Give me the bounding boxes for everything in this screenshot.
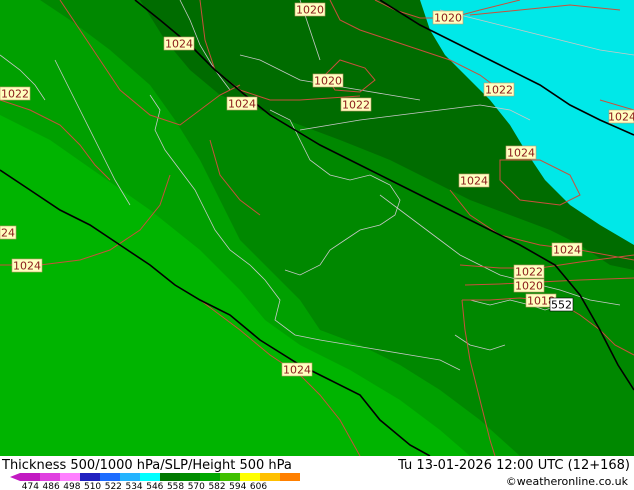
isobar-label: 1024 [281, 362, 313, 377]
thickness-color-scale: 474 486 498 510 522 534 546 558 570 582 594 606 [10, 473, 300, 490]
scale-tick-label: 546 [146, 482, 163, 490]
svg-text:1024: 1024 [228, 98, 256, 111]
isobar-label: 1022 [483, 82, 515, 97]
isobar-label: 1022 [340, 97, 372, 112]
svg-text:1020: 1020 [434, 12, 462, 25]
svg-text:1024: 1024 [165, 38, 193, 51]
svg-text:1022: 1022 [485, 84, 513, 97]
isobar-label: 1020 [294, 2, 326, 17]
scale-tick-label: 606 [250, 482, 267, 490]
svg-text:1024: 1024 [608, 111, 634, 124]
scale-swatch [220, 473, 240, 481]
svg-text:24: 24 [1, 227, 15, 240]
height-label: 552 [549, 297, 574, 312]
isobar-label: 1024 [551, 242, 583, 257]
isobar-label: 1024 [163, 36, 195, 51]
scale-tick-label: 534 [125, 482, 142, 490]
svg-text:1022: 1022 [342, 99, 370, 112]
scale-tick-label: 498 [63, 482, 80, 490]
copyright-credit[interactable]: ©weatheronline.co.uk [506, 475, 628, 488]
scale-tick-label: 570 [188, 482, 205, 490]
svg-text:1024: 1024 [283, 364, 311, 377]
valid-time: Tu 13-01-2026 12:00 UTC (12+168) [398, 458, 630, 473]
map-title: Thickness 500/1000 hPa/SLP/Height 500 hP… [2, 458, 292, 473]
scale-tick-label: 594 [229, 482, 246, 490]
scale-swatch [180, 473, 200, 481]
isobar-label: 1022 [0, 86, 31, 101]
svg-text:1022: 1022 [515, 266, 543, 279]
scale-swatch [120, 473, 140, 481]
scale-tick-label: 486 [43, 482, 60, 490]
scale-swatch [240, 473, 260, 481]
scale-swatch [260, 473, 280, 481]
scale-swatch [80, 473, 100, 481]
scale-swatch [20, 473, 40, 481]
scale-swatch [160, 473, 180, 481]
scale-tick-label: 582 [208, 482, 225, 490]
svg-text:1024: 1024 [553, 244, 581, 257]
map-footer: Thickness 500/1000 hPa/SLP/Height 500 hP… [0, 456, 634, 490]
scale-arrow [10, 473, 20, 481]
svg-text:1024: 1024 [460, 175, 488, 188]
isobar-label: 1024 [226, 96, 258, 111]
isobar-label: 24 [0, 225, 17, 240]
isobar-label: 1020 [513, 278, 545, 293]
scale-tick-label: 522 [105, 482, 122, 490]
scale-swatch [200, 473, 220, 481]
svg-text:1020: 1020 [515, 280, 543, 293]
scale-swatch [60, 473, 80, 481]
isobar-label: 1024 [458, 173, 490, 188]
svg-text:1022: 1022 [1, 88, 29, 101]
svg-text:1020: 1020 [296, 4, 324, 17]
isobar-label: 1022 [513, 264, 545, 279]
svg-text:552: 552 [551, 299, 572, 312]
scale-swatch [100, 473, 120, 481]
svg-text:1024: 1024 [13, 260, 41, 273]
isobar-label: 1020 [312, 73, 344, 88]
svg-text:1024: 1024 [507, 147, 535, 160]
isobar-label: 1024 [608, 109, 634, 124]
scale-tick-label: 558 [167, 482, 184, 490]
scale-swatch [40, 473, 60, 481]
isobar-label: 1024 [505, 145, 537, 160]
scale-tick-label: 474 [22, 482, 39, 490]
isobar-label: 1024 [11, 258, 43, 273]
isobar-label: 1020 [432, 10, 464, 25]
scale-swatch [140, 473, 160, 481]
scale-swatch [280, 473, 300, 481]
weather-map[interactable]: 1020 1020 1024 1020 1024 1022 1022 1022 … [0, 0, 634, 456]
svg-text:1020: 1020 [314, 75, 342, 88]
scale-tick-label: 510 [84, 482, 101, 490]
